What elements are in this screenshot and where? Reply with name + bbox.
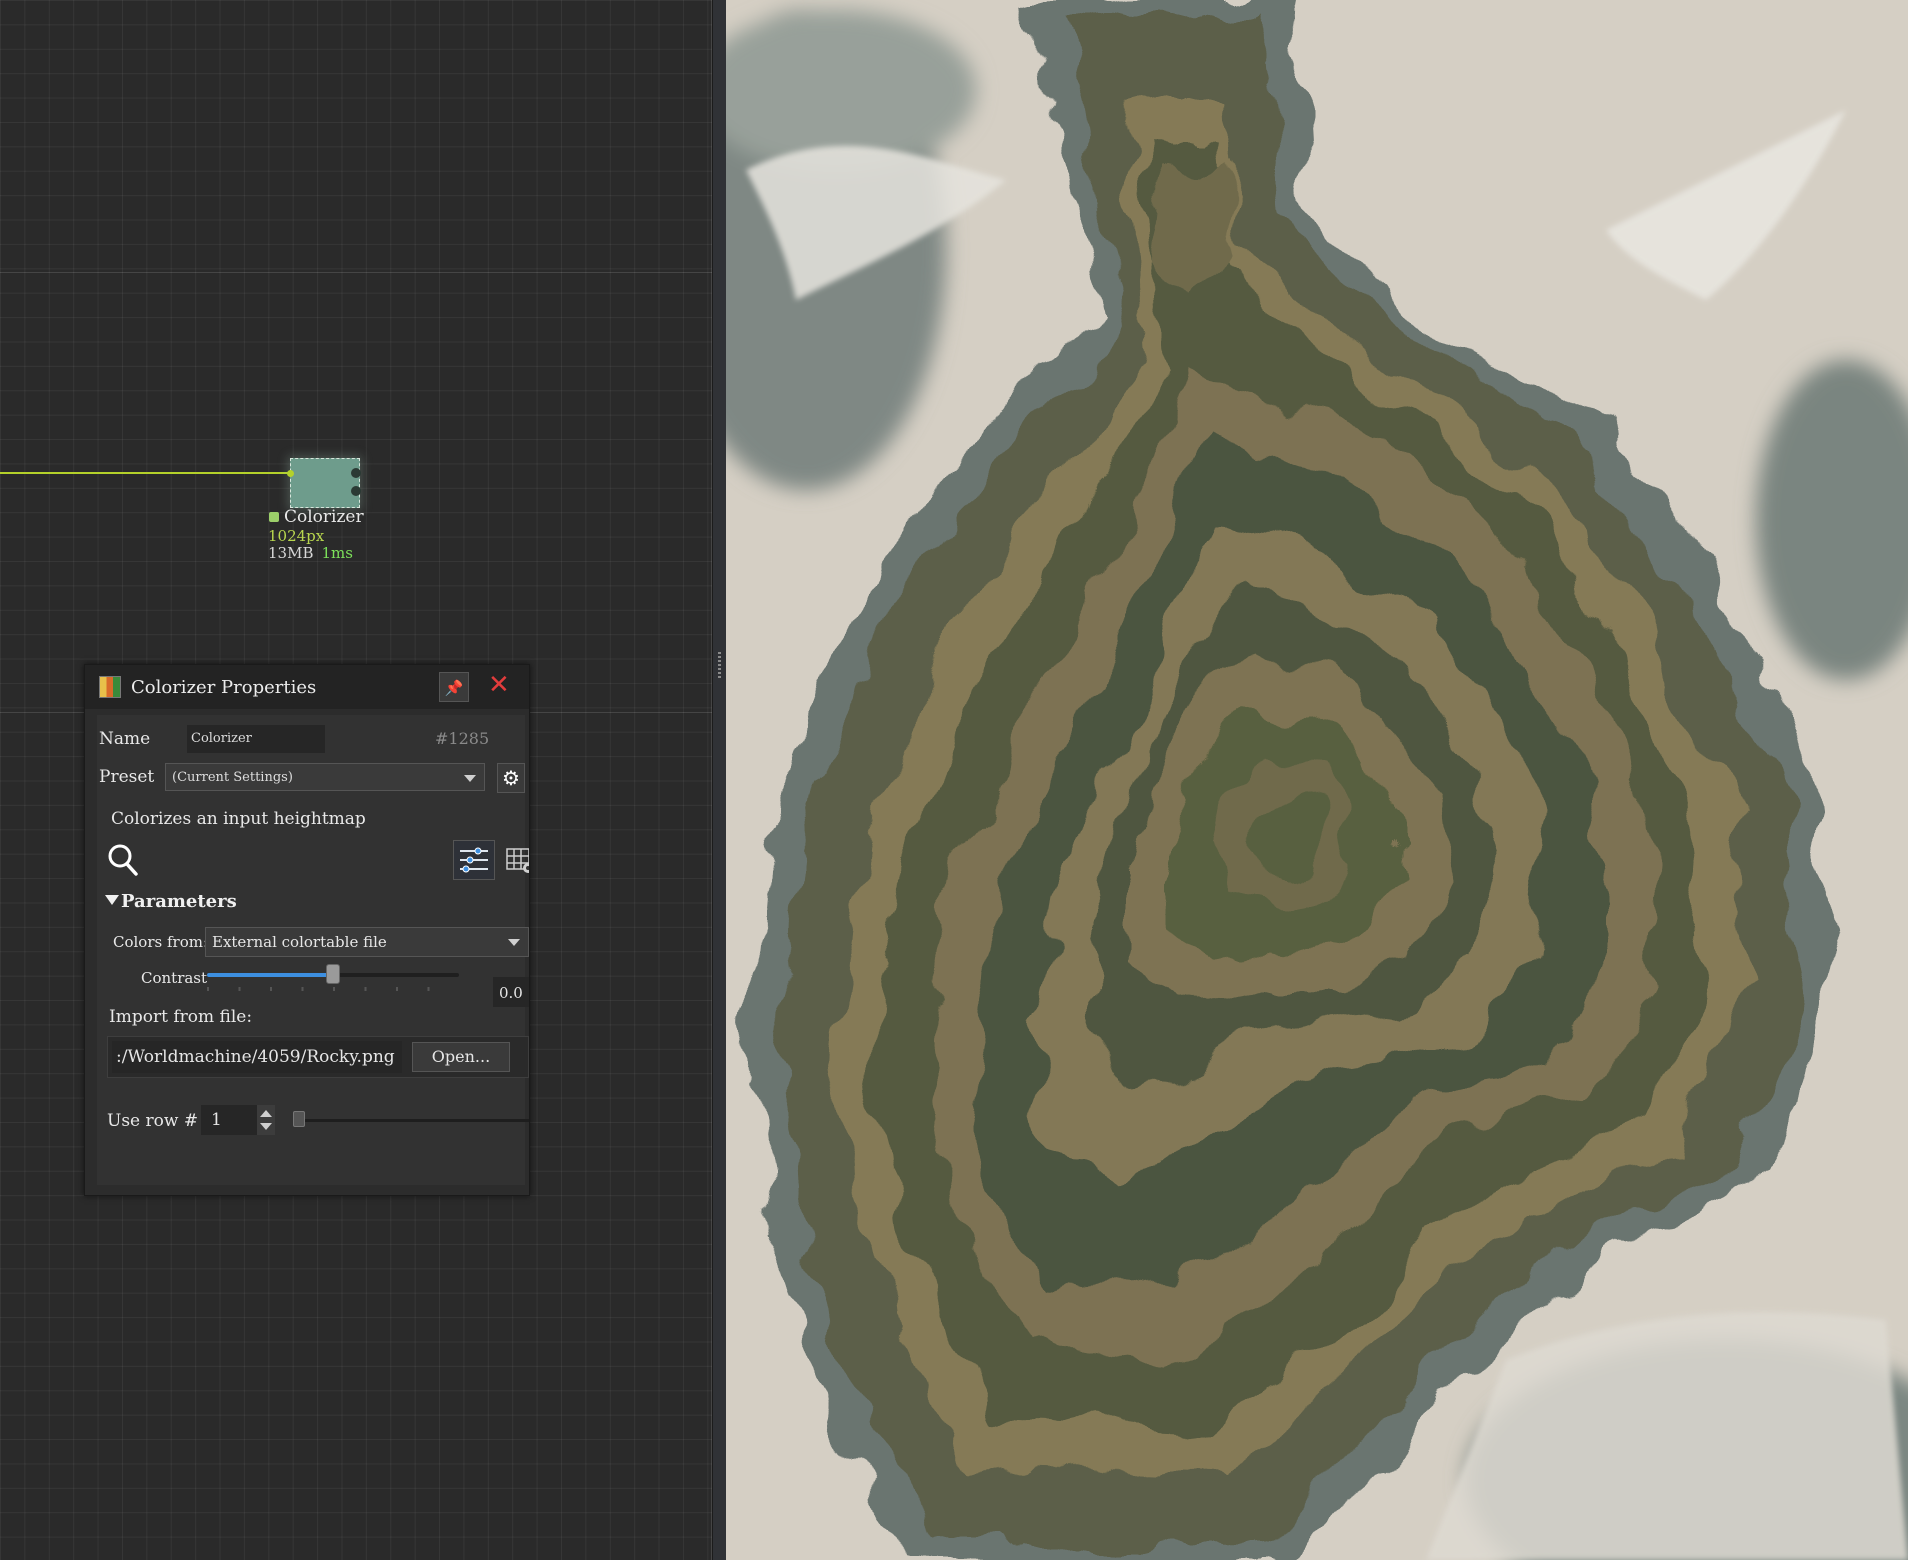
node-output-port[interactable]: [351, 486, 361, 496]
node-memory: 13MB: [268, 544, 314, 562]
collapse-triangle-icon: [105, 895, 119, 905]
node-connection-wire[interactable]: [0, 472, 292, 474]
chevron-up-icon[interactable]: [260, 1110, 272, 1117]
node-title[interactable]: Colorizer: [284, 507, 364, 527]
properties-panel: Colorizer Properties 📌 ✕ Name Colorizer …: [84, 664, 530, 1196]
pin-button[interactable]: 📌: [439, 672, 469, 702]
file-path-input[interactable]: :/Worldmachine/4059/Rocky.png: [112, 1041, 402, 1073]
app-icon: [99, 676, 121, 698]
contrast-slider-fill: [207, 973, 333, 977]
parameters-section-header[interactable]: Parameters: [105, 891, 237, 912]
node-stats: 13MB 1ms: [268, 544, 353, 562]
colorizer-node[interactable]: [287, 458, 361, 508]
preset-select[interactable]: (Current Settings): [165, 763, 485, 791]
name-label: Name: [99, 729, 151, 749]
node-description: Colorizes an input heightmap: [111, 809, 366, 829]
node-resolution: 1024px: [268, 527, 325, 545]
use-row-stepper[interactable]: [257, 1105, 275, 1135]
file-import-box: :/Worldmachine/4059/Rocky.png Open...: [107, 1036, 529, 1078]
grid-gear-icon[interactable]: [505, 845, 530, 875]
sliders-button[interactable]: [453, 840, 495, 880]
parameters-header-label: Parameters: [121, 891, 237, 912]
panel-title: Colorizer Properties: [131, 677, 317, 698]
contrast-label: Contrast: [141, 969, 208, 987]
import-from-file-label: Import from file:: [109, 1007, 253, 1027]
splitter-grip-icon[interactable]: [718, 652, 721, 680]
node-time: 1ms: [321, 544, 353, 562]
chevron-down-icon: [464, 775, 476, 782]
preset-label: Preset: [99, 767, 155, 787]
open-file-button[interactable]: Open...: [412, 1042, 510, 1072]
node-input-port[interactable]: [287, 470, 294, 477]
use-row-slider-thumb[interactable]: [293, 1111, 305, 1127]
contrast-value-input[interactable]: 0.0: [493, 977, 529, 1007]
close-button[interactable]: ✕: [488, 670, 510, 700]
use-row-label: Use row #: [107, 1111, 199, 1131]
colors-from-select[interactable]: External colortable file: [205, 927, 529, 957]
close-icon: ✕: [488, 670, 510, 700]
contrast-slider-thumb[interactable]: [326, 964, 340, 984]
chevron-down-icon[interactable]: [260, 1123, 272, 1130]
preset-settings-button[interactable]: ⚙: [497, 763, 525, 793]
node-id: #1285: [435, 729, 490, 748]
gear-icon: ⚙: [502, 766, 520, 790]
chevron-down-icon: [508, 939, 520, 946]
colors-from-label: Colors from:: [113, 933, 209, 951]
node-output-port[interactable]: [351, 468, 361, 478]
use-row-slider[interactable]: [293, 1119, 529, 1122]
pin-icon: 📌: [444, 679, 464, 697]
contrast-slider[interactable]: [207, 964, 459, 984]
name-input[interactable]: Colorizer: [187, 725, 325, 753]
node-graph-canvas[interactable]: Colorizer 1024px 13MB 1ms Colorizer Prope…: [0, 0, 712, 1560]
search-icon[interactable]: [107, 843, 139, 877]
terrain-preview-image: [726, 0, 1908, 1560]
sliders-icon: [460, 847, 488, 873]
panel-titlebar[interactable]: Colorizer Properties 📌 ✕: [85, 665, 529, 709]
terrain-preview[interactable]: [726, 0, 1908, 1560]
colors-from-value: External colortable file: [212, 933, 387, 951]
node-status-indicator: [269, 512, 279, 522]
preset-value: (Current Settings): [172, 770, 293, 785]
grid-major-line: [0, 272, 712, 273]
contrast-slider-ticks: [207, 987, 459, 991]
panel-body: Name Colorizer #1285 Preset (Current Set…: [97, 715, 529, 1185]
